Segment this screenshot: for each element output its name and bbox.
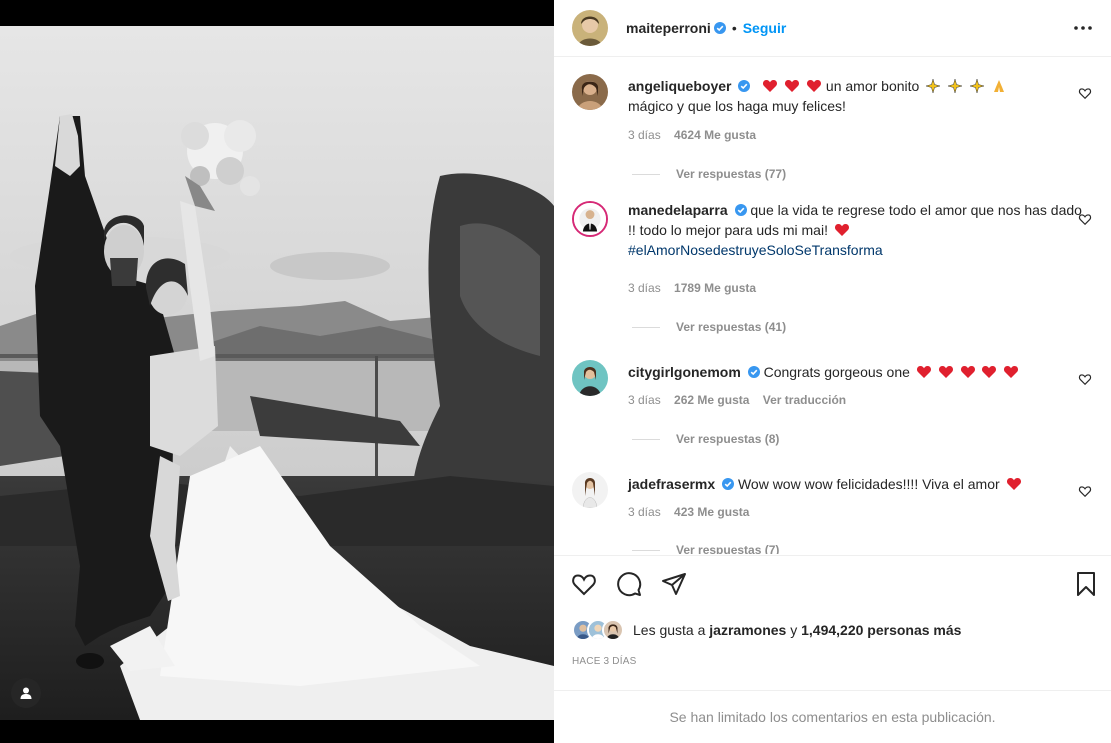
red-heart-icon [834,224,849,236]
comment-time[interactable]: 3 días [628,128,661,142]
red-heart-icon [982,366,997,378]
commenter-username[interactable]: manedelaparra [628,202,728,218]
comment-text: un amor bonito [825,78,920,94]
post-sidebar: maiteperroni • Seguir angeliqueboyer un … [554,0,1111,743]
view-replies-button[interactable]: Ver respuestas (77) [632,167,786,181]
verified-icon [747,366,760,378]
comment-likes[interactable]: 262 Me gusta [674,393,749,407]
follow-button[interactable]: Seguir [743,20,787,36]
author-avatar[interactable] [572,10,608,46]
comments-limited-notice: Se han limitado los comentarios en esta … [554,690,1111,743]
commenter-username[interactable]: jadefrasermx [628,476,715,492]
heart-icon[interactable] [570,570,598,598]
comment-hashtag[interactable]: #elAmorNosedestruyeSoloSeTransforma [628,242,883,258]
commenter-username[interactable]: citygirlgonemom [628,364,741,380]
commenter-avatar[interactable] [572,472,608,508]
post-header: maiteperroni • Seguir [554,0,1111,57]
comment-time[interactable]: 3 días [628,393,661,407]
likes-summary: Les gusta a jazramones y 1,494,220 perso… [572,619,961,641]
verified-icon [722,478,735,490]
comment-text: Congrats gorgeous one [763,364,910,380]
red-heart-icon [1006,478,1021,490]
heart-icon[interactable] [1078,372,1092,386]
heart-icon[interactable] [1078,212,1092,226]
red-heart-icon [807,80,822,92]
view-replies-button[interactable]: Ver respuestas (7) [632,543,779,554]
liker-avatar[interactable] [602,619,624,641]
red-heart-icon [960,366,975,378]
commenter-avatar[interactable] [572,360,608,396]
post-actions: Les gusta a jazramones y 1,494,220 perso… [554,555,1111,689]
red-heart-icon [938,366,953,378]
view-replies-button[interactable]: Ver respuestas (41) [632,320,786,334]
person-tag-icon[interactable] [11,678,41,708]
comment-time[interactable]: 3 días [628,505,661,519]
comment-likes[interactable]: 423 Me gusta [674,505,749,519]
red-heart-icon [785,80,800,92]
verified-icon [734,204,747,216]
comment-likes[interactable]: 1789 Me gusta [674,281,756,295]
post-media[interactable] [0,0,554,743]
commenter-username[interactable]: angeliqueboyer [628,78,731,94]
more-options-icon[interactable] [1073,20,1093,36]
view-replies-button[interactable]: Ver respuestas (8) [632,432,779,446]
verified-icon [713,22,726,34]
comment-time[interactable]: 3 días [628,281,661,295]
post-timestamp[interactable]: HACE 3 DÍAS [572,656,636,667]
comment-likes[interactable]: 4624 Me gusta [674,128,756,142]
other-likes-link[interactable]: 1,494,220 personas más [801,622,961,638]
red-heart-icon [916,366,931,378]
sparkles-icon [947,78,964,94]
comments-list[interactable]: angeliqueboyer un amor bonito mágico y q… [554,58,1111,554]
heart-icon[interactable] [1078,86,1092,100]
red-heart-icon [763,80,778,92]
bookmark-icon[interactable] [1072,570,1100,598]
verified-icon [738,80,751,92]
commenter-avatar[interactable] [572,74,608,110]
comment-text-line2: mágico y que los haga muy felices! [628,98,846,114]
sparkles-icon [925,78,942,94]
folded-hands-icon [993,80,1004,92]
separator-dot: • [731,20,737,36]
likes-conjunction: y [790,622,798,638]
sparkles-icon [969,78,985,94]
red-heart-icon [1004,366,1019,378]
heart-icon[interactable] [1078,484,1092,498]
commenter-avatar[interactable] [572,201,608,237]
share-icon[interactable] [660,570,688,598]
likes-prefix: Les gusta a [633,622,706,638]
author-username[interactable]: maiteperroni [626,20,711,36]
wedding-photo [0,26,554,720]
comment-text: Wow wow wow felicidades!!!! Viva el amor [737,476,1000,492]
translate-button[interactable]: Ver traducción [763,393,846,407]
comment-icon[interactable] [615,570,643,598]
first-liker-link[interactable]: jazramones [709,622,786,638]
